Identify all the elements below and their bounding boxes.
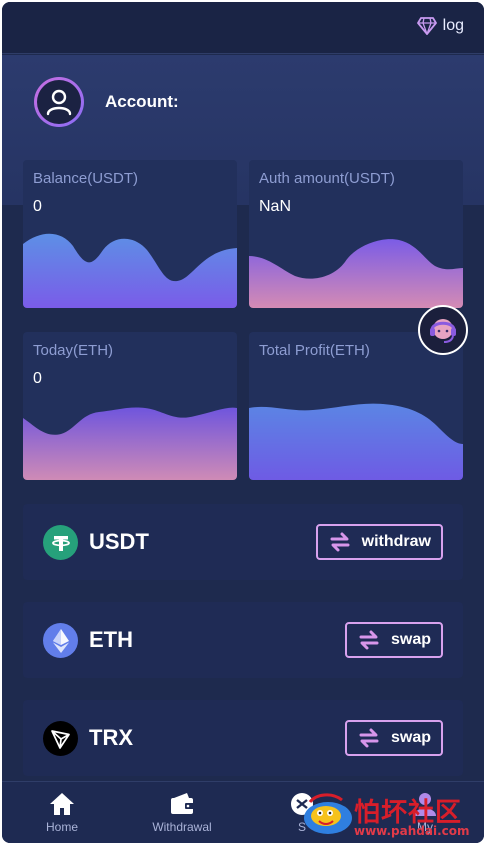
card-title: Balance(USDT) (33, 170, 139, 187)
coin-row-trx: TRX swap (23, 700, 463, 776)
card-value: NaN (259, 198, 292, 215)
account-label: Account: (105, 92, 179, 111)
swap-label: swap (390, 729, 431, 746)
home-icon (50, 793, 74, 815)
tether-icon (43, 525, 78, 560)
today-card: Today(ETH) 0 (23, 332, 237, 480)
log-label: log (442, 17, 464, 34)
withdraw-label: withdraw (361, 533, 431, 550)
user-icon (414, 793, 436, 816)
swap-button[interactable]: swap (344, 622, 443, 658)
top-bar: log (2, 2, 484, 54)
avatar[interactable] (34, 77, 84, 127)
auth-amount-card: Auth amount(USDT) NaN (249, 160, 463, 308)
card-title: Today(ETH) (33, 342, 114, 359)
card-title: Auth amount(USDT) (259, 170, 395, 187)
customer-support-button[interactable] (418, 305, 468, 355)
auth-wave (249, 239, 463, 308)
nav-label: My (417, 820, 433, 834)
log-button[interactable]: log (416, 17, 464, 35)
app-frame: log Account: Balance(USDT) 0 Auth amount… (2, 2, 484, 843)
profit-wave (249, 403, 463, 480)
headset-icon (430, 319, 456, 343)
withdraw-button[interactable]: withdraw (315, 524, 443, 560)
total-profit-card: Total Profit(ETH) (249, 332, 463, 480)
nav-label: Withdrawal (152, 820, 212, 834)
bottom-nav: Home Withdrawal S My (2, 781, 484, 843)
share-icon (291, 793, 313, 815)
exchange-icon (359, 728, 379, 748)
nav-my[interactable]: My (380, 792, 470, 834)
tron-icon (43, 721, 78, 756)
coin-name: ETH (89, 627, 133, 652)
exchange-icon (359, 630, 379, 650)
ethereum-icon (43, 623, 78, 658)
card-title: Total Profit(ETH) (259, 342, 370, 359)
coin-name: USDT (89, 529, 149, 554)
balance-wave (23, 233, 237, 308)
card-value: 0 (33, 198, 42, 215)
nav-home[interactable]: Home (17, 792, 107, 834)
diamond-icon (416, 17, 437, 35)
balance-card: Balance(USDT) 0 (23, 160, 237, 308)
nav-label: Home (45, 820, 78, 834)
coin-name: TRX (89, 725, 133, 750)
swap-button[interactable]: swap (344, 720, 443, 756)
card-value: 0 (33, 370, 42, 387)
exchange-icon (330, 532, 350, 552)
today-wave (23, 407, 237, 480)
swap-label: swap (390, 631, 431, 648)
coin-row-usdt: USDT withdraw (23, 504, 463, 580)
nav-label: S (297, 820, 306, 834)
wallet-icon (171, 793, 194, 814)
user-icon (46, 89, 72, 116)
coin-row-eth: ETH swap (23, 602, 463, 678)
nav-withdrawal[interactable]: Withdrawal (137, 792, 227, 834)
nav-share[interactable]: S (257, 792, 347, 834)
